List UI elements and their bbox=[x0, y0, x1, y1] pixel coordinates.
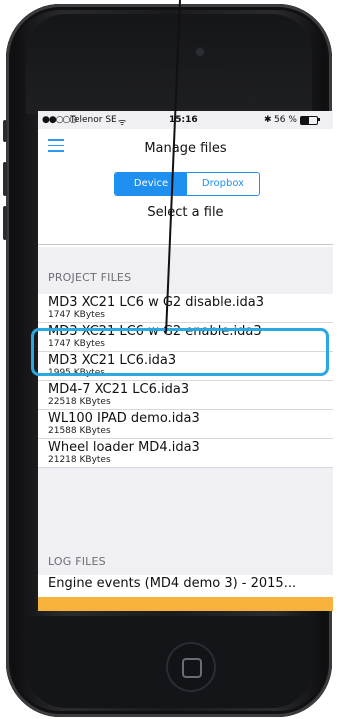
battery-percent: 56 % bbox=[274, 115, 297, 125]
status-bar: ●●○○○ Telenor SE ᯤ 15:16 ✱ 56 % bbox=[38, 111, 333, 129]
volume-down-button[interactable] bbox=[3, 206, 7, 240]
file-size: 21218 KBytes bbox=[48, 455, 111, 465]
carrier-label: Telenor SE bbox=[70, 115, 117, 125]
bluetooth-icon: ✱ bbox=[264, 115, 272, 125]
app-screen: ●●○○○ Telenor SE ᯤ 15:16 ✱ 56 % Manage f… bbox=[38, 111, 333, 611]
select-file-heading: Select a file bbox=[147, 205, 224, 220]
log-file-name: Engine events (MD4 demo 3) - 2015... bbox=[48, 576, 297, 591]
file-name: MD3 XC21 LC6.ida3 bbox=[48, 353, 177, 368]
source-segmented-control: Device Dropbox bbox=[114, 172, 260, 196]
file-size: 1995 KBytes bbox=[48, 368, 105, 378]
mute-switch[interactable] bbox=[3, 120, 7, 142]
source-picker-area: Device Dropbox Select a file bbox=[38, 165, 333, 247]
battery-tip-icon bbox=[318, 118, 320, 121]
segment-device[interactable]: Device bbox=[115, 173, 187, 195]
bottom-action-bar[interactable] bbox=[38, 597, 333, 611]
battery-icon bbox=[300, 116, 318, 125]
file-size: 1747 KBytes bbox=[48, 339, 105, 349]
file-name: MD3 XC21 LC6 w G2 enable.ida3 bbox=[48, 324, 262, 339]
file-name: MD3 XC21 LC6 w G2 disable.ida3 bbox=[48, 295, 265, 310]
earpiece-speaker bbox=[156, 69, 226, 75]
log-file-row[interactable]: Engine events (MD4 demo 3) - 2015... bbox=[38, 575, 333, 597]
file-size: 21588 KBytes bbox=[48, 426, 111, 436]
project-files-header: PROJECT FILES bbox=[48, 271, 132, 284]
phone-top-bezel bbox=[26, 14, 312, 114]
file-row[interactable]: WL100 IPAD demo.ida3 21588 KBytes bbox=[38, 410, 333, 439]
log-files-header: LOG FILES bbox=[48, 555, 106, 568]
file-size: 22518 KBytes bbox=[48, 397, 111, 407]
project-files-list: MD3 XC21 LC6 w G2 disable.ida3 1747 KByt… bbox=[38, 294, 333, 468]
log-files-list: Engine events (MD4 demo 3) - 2015... bbox=[38, 575, 333, 597]
file-row[interactable]: Wheel loader MD4.ida3 21218 KBytes bbox=[38, 439, 333, 468]
navigation-bar: Manage files bbox=[38, 129, 333, 165]
volume-up-button[interactable] bbox=[3, 162, 7, 196]
home-button[interactable] bbox=[168, 644, 214, 690]
file-row[interactable]: MD3 XC21 LC6 w G2 enable.ida3 1747 KByte… bbox=[38, 323, 333, 352]
segment-dropbox[interactable]: Dropbox bbox=[187, 173, 259, 195]
wifi-icon: ᯤ bbox=[118, 118, 127, 128]
file-name: WL100 IPAD demo.ida3 bbox=[48, 411, 200, 426]
file-size: 1747 KBytes bbox=[48, 310, 105, 320]
front-camera bbox=[196, 48, 204, 56]
file-row[interactable]: MD3 XC21 LC6 w G2 disable.ida3 1747 KByt… bbox=[38, 294, 333, 323]
home-square-icon bbox=[182, 658, 202, 678]
file-name: MD4-7 XC21 LC6.ida3 bbox=[48, 382, 190, 397]
page-title: Manage files bbox=[144, 141, 227, 156]
file-row[interactable]: MD3 XC21 LC6.ida3 1995 KBytes bbox=[38, 352, 333, 381]
section-divider bbox=[38, 244, 333, 245]
file-name: Wheel loader MD4.ida3 bbox=[48, 440, 200, 455]
file-row[interactable]: MD4-7 XC21 LC6.ida3 22518 KBytes bbox=[38, 381, 333, 410]
